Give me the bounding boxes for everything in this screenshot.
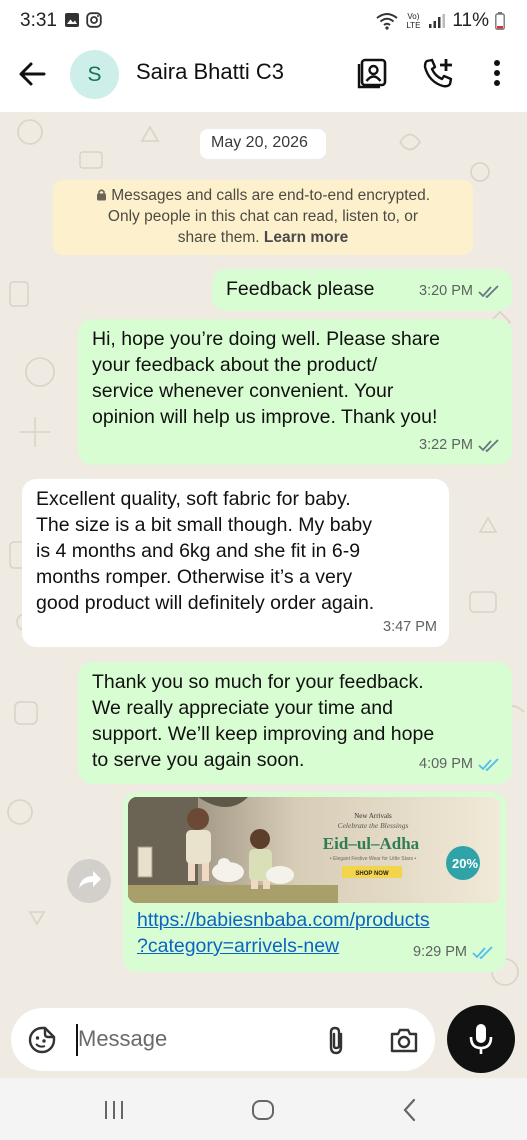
message-meta: 3:47 PM <box>383 614 437 640</box>
banner-title: Eid–ul–Adha <box>323 834 420 853</box>
sticker-icon[interactable] <box>27 1025 57 1055</box>
status-bar: 3:31 Vo) LTE 11% <box>0 0 527 42</box>
message-meta: 3:22 PM <box>419 432 500 458</box>
read-ticks-icon <box>478 284 499 298</box>
mic-icon <box>469 1024 493 1054</box>
message-meta: 4:09 PM <box>419 751 500 777</box>
message-text: Feedback please <box>226 278 375 300</box>
notice-line-1: Messages and calls are end-to-end encryp… <box>53 185 473 206</box>
banner-badge-label: 20% <box>452 856 478 871</box>
contact-name[interactable]: Saira Bhatti C3 <box>136 59 284 85</box>
forward-button[interactable] <box>67 859 111 903</box>
message-time: 3:47 PM <box>383 619 437 635</box>
message-bubble[interactable]: Feedback please 3:20 PM <box>212 269 512 311</box>
battery-percent: 11% <box>452 10 489 31</box>
message-meta: 3:20 PM <box>419 278 500 304</box>
notice-line-3: share them. Learn more <box>177 229 349 246</box>
attach-icon[interactable] <box>324 1025 350 1057</box>
volte-label: Vo) LTE <box>406 12 421 30</box>
learn-more-link[interactable]: Learn more <box>264 229 348 246</box>
avatar-initial: S <box>87 62 102 86</box>
message-bubble[interactable]: Excellent quality, soft fabric for baby.… <box>22 479 449 647</box>
recent-apps-icon[interactable] <box>103 1099 125 1121</box>
banner-cta-label: SHOP NOW <box>355 871 389 877</box>
message-meta: 9:29 PM <box>413 939 494 965</box>
chat-header: S Saira Bhatti C3 <box>0 42 527 112</box>
contact-card-icon[interactable] <box>356 56 390 90</box>
read-ticks-icon <box>472 945 493 959</box>
message-time: 4:09 PM <box>419 756 473 772</box>
banner-subtitle: Celebrate the Blessings <box>338 821 409 830</box>
message-link[interactable]: https://babiesnbaba.com/products ?catego… <box>137 907 430 959</box>
gallery-icon <box>65 13 79 27</box>
more-vert-icon[interactable] <box>480 56 514 90</box>
status-right: Vo) LTE 11% <box>376 10 505 32</box>
battery-icon <box>495 12 505 30</box>
home-icon[interactable] <box>251 1099 275 1121</box>
message-time: 9:29 PM <box>413 944 467 960</box>
add-call-icon[interactable] <box>421 56 455 90</box>
message-input[interactable]: Message <box>78 1026 167 1052</box>
wifi-icon <box>376 13 398 30</box>
instagram-icon <box>86 12 102 28</box>
chat-area[interactable]: May 20, 2026 Messages and calls are end-… <box>0 112 527 1078</box>
camera-icon[interactable] <box>389 1026 419 1054</box>
encryption-notice[interactable]: Messages and calls are end-to-end encryp… <box>53 180 473 255</box>
message-time: 3:20 PM <box>419 283 473 299</box>
forward-icon <box>79 871 101 888</box>
date-chip: May 20, 2026 <box>200 129 326 159</box>
message-text: Thank you so much for your feedback. We … <box>92 671 435 771</box>
link-preview-message[interactable]: New Arrivals Celebrate the Blessings Eid… <box>123 792 506 972</box>
message-text: Hi, hope you’re doing well. Please share… <box>92 328 440 428</box>
status-left-icons <box>64 12 102 28</box>
banner-tagline: • Elegant Festive Wear for Little Stars … <box>330 856 416 862</box>
back-arrow-icon[interactable] <box>16 58 48 90</box>
date-chip-label: May 20, 2026 <box>211 134 308 151</box>
system-nav-bar <box>0 1078 527 1140</box>
read-ticks-icon <box>478 438 499 452</box>
banner-kicker: New Arrivals <box>354 812 392 820</box>
message-input-bar[interactable]: Message <box>11 1008 435 1071</box>
link-preview-banner[interactable]: New Arrivals Celebrate the Blessings Eid… <box>128 797 500 903</box>
status-time: 3:31 <box>20 10 57 31</box>
message-time: 3:22 PM <box>419 437 473 453</box>
lock-icon <box>96 189 106 201</box>
back-icon[interactable] <box>400 1098 420 1122</box>
read-ticks-icon <box>478 757 499 771</box>
notice-line-2: Only people in this chat can read, liste… <box>107 208 419 225</box>
message-text: Excellent quality, soft fabric for baby.… <box>36 488 375 614</box>
avatar[interactable]: S <box>70 50 119 99</box>
message-bubble[interactable]: Hi, hope you’re doing well. Please share… <box>78 319 512 465</box>
message-bubble[interactable]: Thank you so much for your feedback. We … <box>78 662 512 784</box>
signal-icon <box>429 14 446 28</box>
lantern <box>137 846 153 878</box>
mic-button[interactable] <box>447 1005 515 1073</box>
